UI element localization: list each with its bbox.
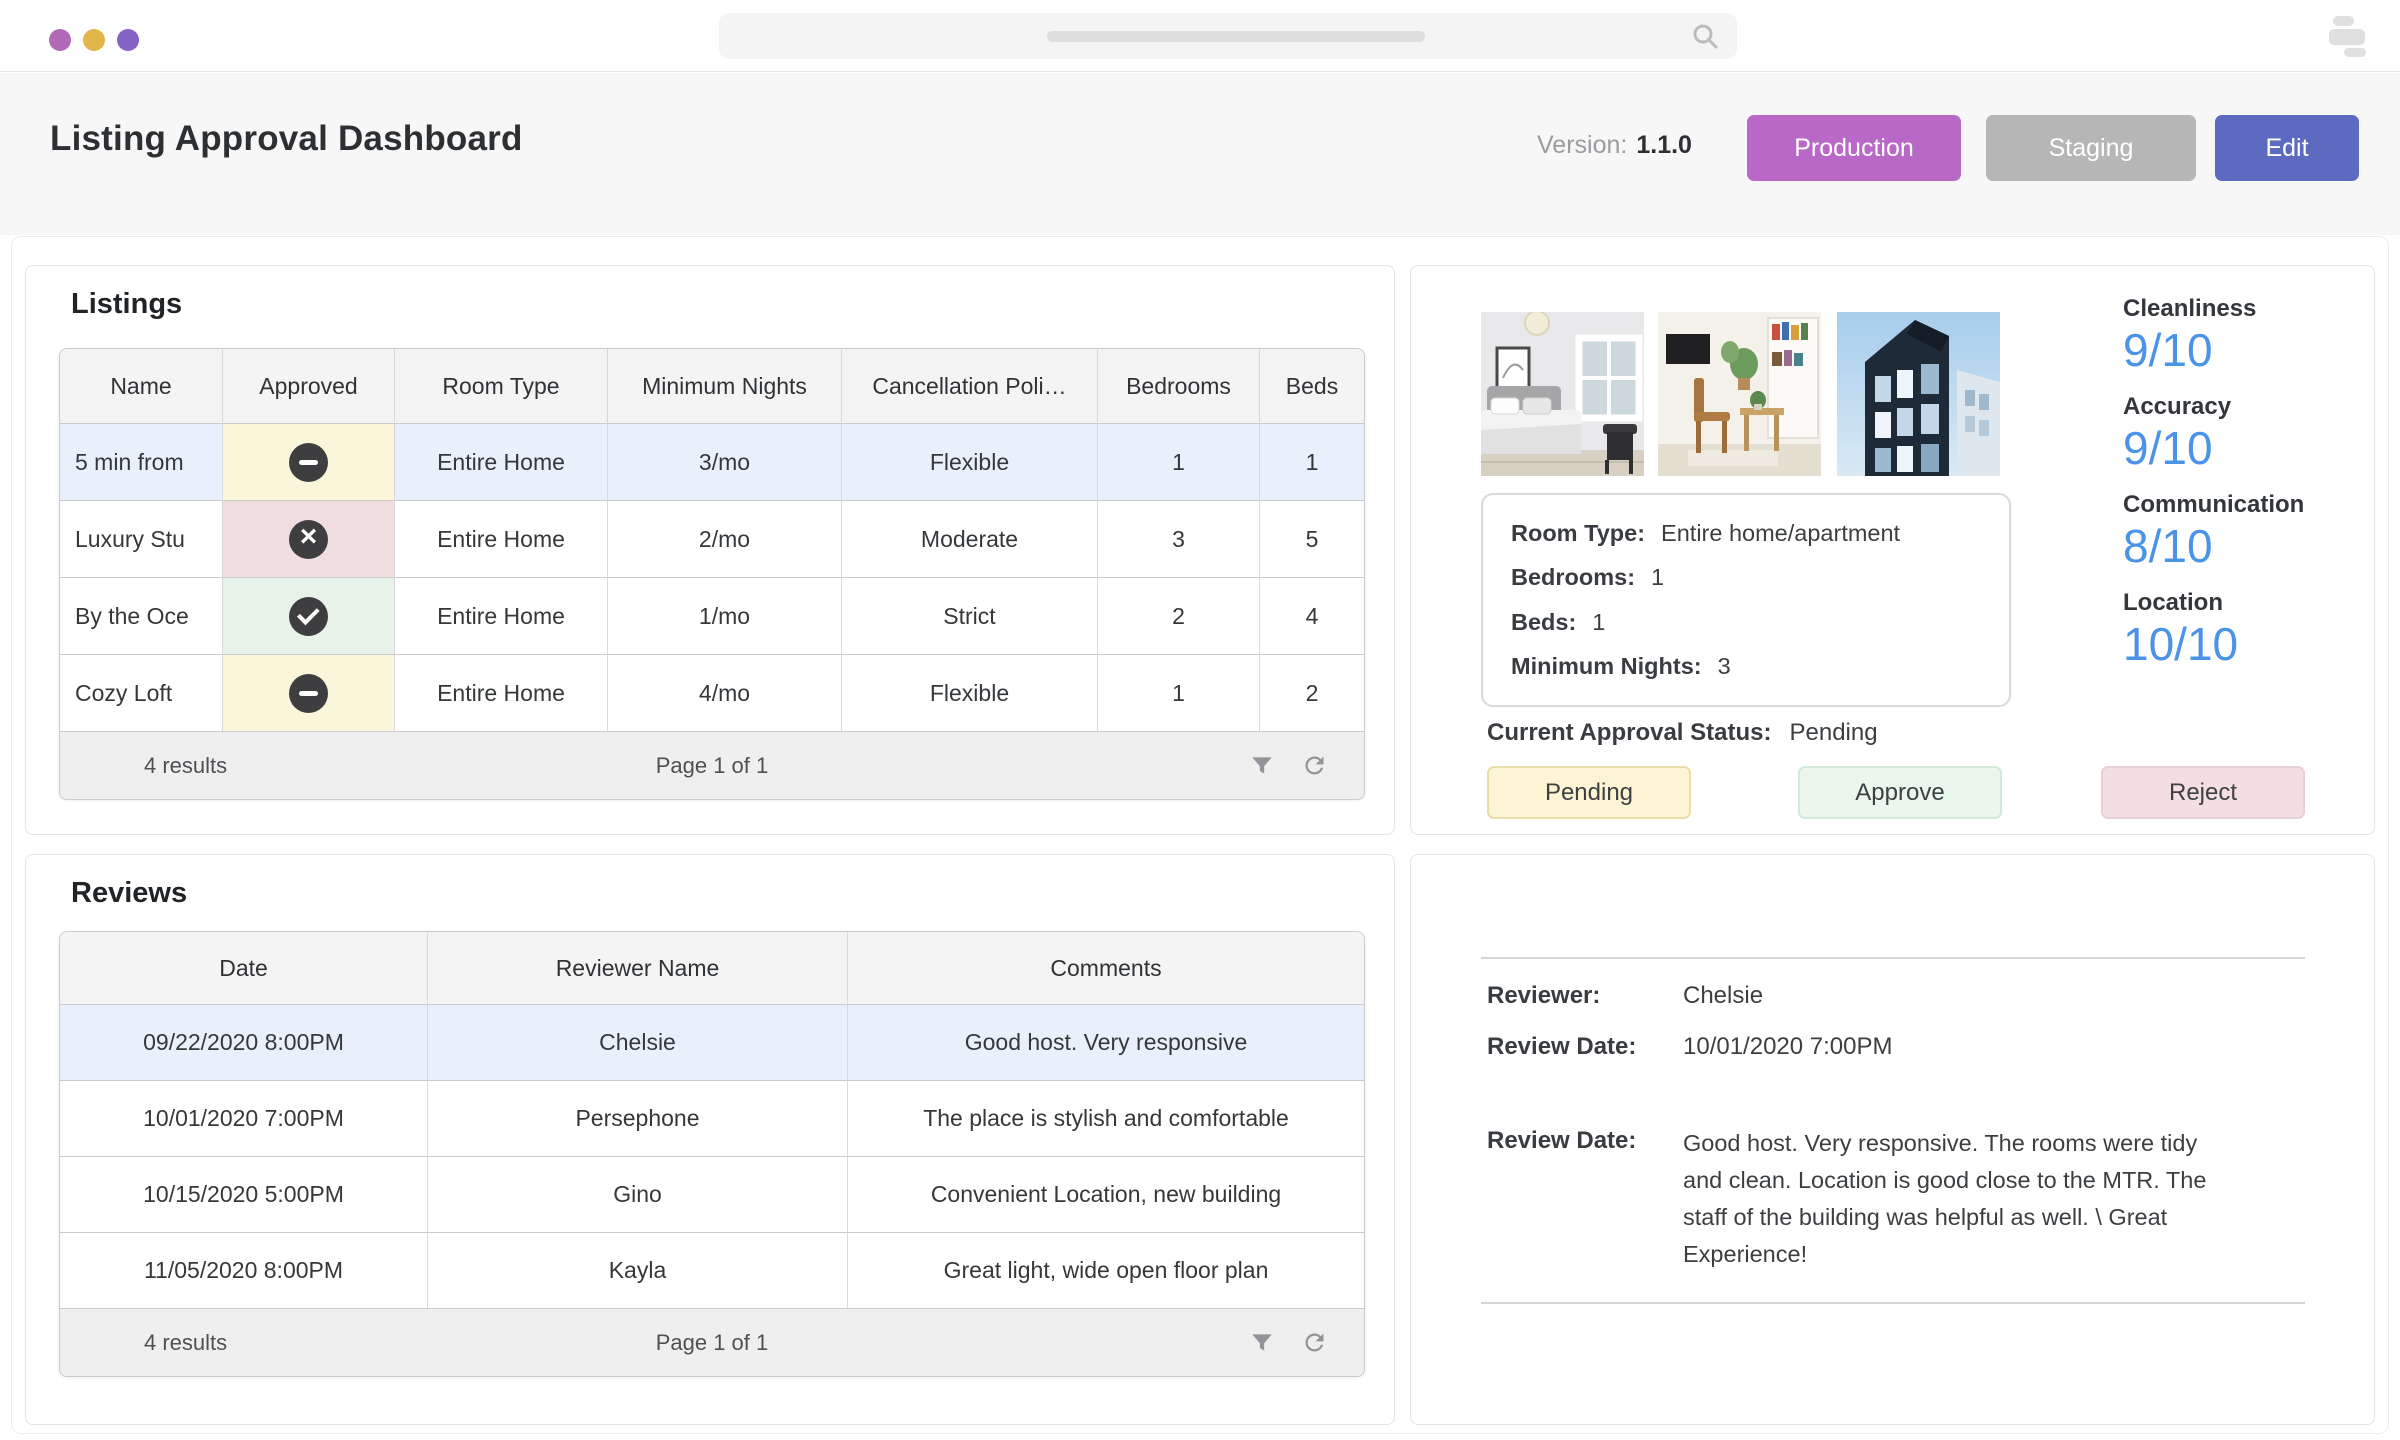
- reviews-header-row: Date Reviewer Name Comments: [60, 932, 1364, 1004]
- traffic-light-zoom-icon[interactable]: [117, 29, 139, 51]
- rating-accuracy: Accuracy 9/10: [2123, 392, 2304, 475]
- address-search-bar[interactable]: [719, 13, 1737, 59]
- listing-photo-bedroom: [1481, 312, 1644, 476]
- menu-bars-icon[interactable]: [2326, 14, 2368, 58]
- address-placeholder-line: [1047, 31, 1425, 42]
- listings-table-footer: 4 results Page 1 of 1: [60, 731, 1364, 799]
- rating-label: Communication: [2123, 490, 2305, 518]
- staging-button[interactable]: Staging: [1986, 115, 2196, 181]
- table-row[interactable]: Luxury Stu Entire Home 2/mo Moderate 3 5: [60, 500, 1364, 577]
- listing-info-box: Room Type: Entire home/apartment Bedrooms…: [1481, 493, 2011, 707]
- reviews-title: Reviews: [71, 877, 188, 909]
- rating-label: Accuracy: [2123, 392, 2232, 420]
- rating-label: Location: [2123, 588, 2223, 616]
- info-room-type: Room Type: Entire home/apartment: [1511, 520, 1901, 547]
- col-cancellation-policy[interactable]: Cancellation Poli…: [841, 349, 1097, 423]
- production-button[interactable]: Production: [1747, 115, 1961, 181]
- rating-value: 8/10: [2123, 519, 2213, 572]
- x-circle-icon: [289, 519, 328, 559]
- review-date-label: Review Date:: [1487, 1033, 1637, 1060]
- reject-button[interactable]: Reject: [2101, 766, 2305, 819]
- filter-icon[interactable]: [1249, 1330, 1275, 1356]
- listing-photo-living-room: [1658, 312, 1821, 476]
- info-beds: Beds: 1: [1511, 608, 1606, 635]
- pending-button[interactable]: Pending: [1487, 766, 1691, 819]
- pagination-label: Page 1 of 1: [655, 752, 769, 778]
- traffic-light-close-icon[interactable]: [49, 29, 71, 51]
- col-reviewer-name[interactable]: Reviewer Name: [427, 932, 847, 1004]
- listings-header-row: Name Approved Room Type Minimum Nights C…: [60, 349, 1364, 423]
- rating-value: 9/10: [2123, 421, 2213, 474]
- minus-circle-icon: [289, 442, 328, 482]
- reviews-card: Reviews Date Reviewer Name Comments 09/2…: [25, 854, 1395, 1425]
- table-row[interactable]: 10/15/2020 5:00PM Gino Convenient Locati…: [60, 1156, 1364, 1232]
- minus-circle-icon: [289, 673, 328, 713]
- review-comment-label: Review Date:: [1487, 1127, 1637, 1154]
- col-comments[interactable]: Comments: [847, 932, 1364, 1004]
- table-row[interactable]: Cozy Loft Entire Home 4/mo Flexible 1 2: [60, 654, 1364, 731]
- listing-detail-card: Cleanliness 9/10 Accuracy 9/10 Communica…: [1410, 265, 2375, 835]
- table-row[interactable]: 11/05/2020 8:00PM Kayla Great light, wid…: [60, 1232, 1364, 1308]
- listing-photo-building-exterior: [1837, 312, 2000, 476]
- col-approved[interactable]: Approved: [222, 349, 394, 423]
- approval-status-line: Current Approval Status: Pending: [1487, 719, 1878, 747]
- rating-communication: Communication 8/10: [2123, 490, 2304, 573]
- review-detail-card: Reviewer: Chelsie Review Date: 10/01/202…: [1410, 854, 2375, 1425]
- reviewer-value: Chelsie: [1683, 982, 1764, 1009]
- reviews-table-footer: 4 results Page 1 of 1: [60, 1308, 1364, 1376]
- table-row[interactable]: 10/01/2020 7:00PM Persephone The place i…: [60, 1080, 1364, 1156]
- app-window: Listing Approval Dashboard Version: 1.1.0…: [0, 0, 2400, 1440]
- review-date-value: 10/01/2020 7:00PM: [1683, 1033, 1893, 1060]
- approval-status-label: Current Approval Status:: [1487, 719, 1772, 746]
- check-circle-icon: [289, 596, 328, 636]
- rating-location: Location 10/10: [2123, 588, 2304, 671]
- reviewer-label: Reviewer:: [1487, 982, 1601, 1009]
- version-info: Version: 1.1.0: [1537, 131, 1692, 160]
- listings-table: Name Approved Room Type Minimum Nights C…: [59, 348, 1365, 800]
- table-row[interactable]: By the Oce Entire Home 1/mo Strict 2 4: [60, 577, 1364, 654]
- page-title: Listing Approval Dashboard: [50, 119, 523, 158]
- table-row[interactable]: 09/22/2020 8:00PM Chelsie Good host. Ver…: [60, 1004, 1364, 1080]
- table-row[interactable]: 5 min from Entire Home 3/mo Flexible 1 1: [60, 423, 1364, 500]
- listings-title: Listings: [71, 288, 183, 320]
- version-value: 1.1.0: [1636, 131, 1692, 159]
- reviews-table: Date Reviewer Name Comments 09/22/2020 8…: [59, 931, 1365, 1377]
- browser-topbar: [0, 0, 2400, 72]
- edit-button[interactable]: Edit: [2215, 115, 2359, 181]
- approval-status-value: Pending: [1789, 719, 1878, 746]
- ratings-panel: Cleanliness 9/10 Accuracy 9/10 Communica…: [2123, 294, 2304, 686]
- divider: [1481, 957, 2305, 959]
- info-minimum-nights: Minimum Nights: 3: [1511, 652, 1731, 679]
- review-comment-text: Good host. Very responsive. The rooms we…: [1683, 1130, 2207, 1267]
- info-bedrooms: Bedrooms: 1: [1511, 564, 1665, 591]
- rating-value: 9/10: [2123, 324, 2213, 376]
- version-label: Version:: [1537, 131, 1628, 159]
- search-icon[interactable]: [1691, 22, 1719, 50]
- traffic-light-minimize-icon[interactable]: [83, 29, 105, 51]
- listings-card: Listings Name Approved Room Type Minimum…: [25, 265, 1395, 835]
- rating-cleanliness: Cleanliness 9/10: [2123, 294, 2304, 377]
- col-bedrooms[interactable]: Bedrooms: [1097, 349, 1259, 423]
- refresh-icon[interactable]: [1301, 1329, 1328, 1356]
- divider: [1481, 1302, 2305, 1304]
- filter-icon[interactable]: [1249, 753, 1275, 779]
- col-name[interactable]: Name: [60, 349, 222, 423]
- col-room-type[interactable]: Room Type: [394, 349, 607, 423]
- col-beds[interactable]: Beds: [1259, 349, 1364, 423]
- approve-button[interactable]: Approve: [1798, 766, 2002, 819]
- pagination-label: Page 1 of 1: [655, 1329, 769, 1355]
- refresh-icon[interactable]: [1301, 752, 1328, 779]
- app-header: Listing Approval Dashboard Version: 1.1.0…: [0, 73, 2400, 235]
- col-minimum-nights[interactable]: Minimum Nights: [607, 349, 841, 423]
- col-date[interactable]: Date: [60, 932, 427, 1004]
- rating-value: 10/10: [2123, 617, 2239, 670]
- rating-label: Cleanliness: [2123, 295, 2257, 322]
